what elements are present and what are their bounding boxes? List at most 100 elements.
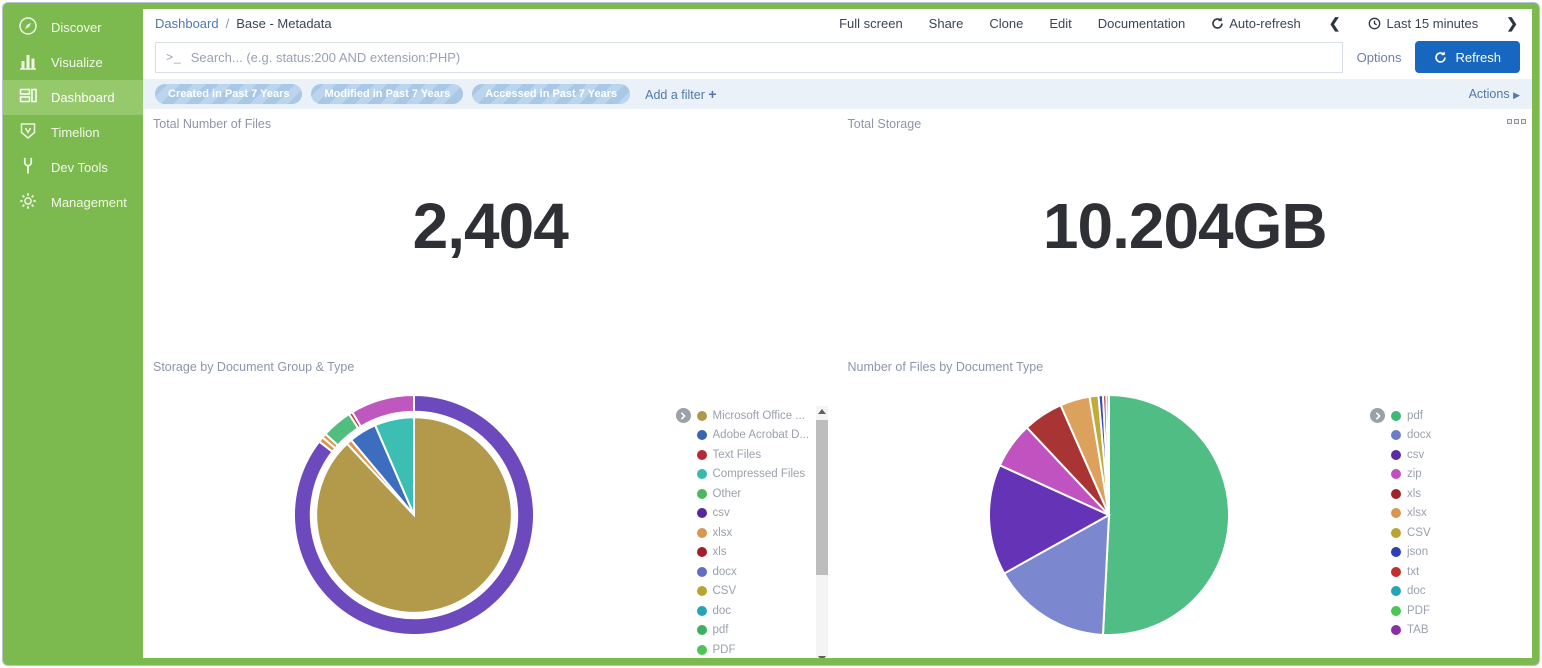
dashboard-grid: Total Number of Files 2,404 Total Storag… bbox=[143, 109, 1532, 658]
panel-title: Total Number of Files bbox=[153, 117, 828, 131]
legend-item-adobe-acrobat-d-[interactable]: Adobe Acrobat D... bbox=[697, 426, 814, 446]
app-window: DiscoverVisualizeDashboardTimelionDev To… bbox=[2, 2, 1540, 666]
pie-chart-area bbox=[848, 374, 1371, 640]
legend-item-json[interactable]: json bbox=[1391, 543, 1522, 563]
nav-link-share[interactable]: Share bbox=[929, 16, 964, 31]
legend-item-docx[interactable]: docx bbox=[697, 562, 814, 582]
panel-options-icon[interactable] bbox=[1507, 119, 1526, 124]
legend-item-csv[interactable]: csv bbox=[1391, 445, 1522, 465]
legend-item-xlsx[interactable]: xlsx bbox=[1391, 504, 1522, 524]
refresh-icon bbox=[1211, 17, 1224, 30]
legend-label: csv bbox=[1407, 449, 1424, 461]
legend-item-zip[interactable]: zip bbox=[1391, 465, 1522, 485]
legend-label: pdf bbox=[713, 624, 729, 636]
time-back-chevron[interactable]: ❮ bbox=[1327, 15, 1343, 32]
legend-item-pdf[interactable]: PDF bbox=[697, 640, 814, 658]
filter-pill[interactable]: Created in Past 7 Years bbox=[155, 84, 302, 104]
legend-collapse-icon[interactable] bbox=[676, 408, 691, 423]
legend-item-tab[interactable]: TAB bbox=[1391, 621, 1522, 641]
legend-label: json bbox=[1407, 546, 1428, 558]
add-filter-link[interactable]: Add a filter + bbox=[645, 86, 716, 102]
time-forward-chevron[interactable]: ❯ bbox=[1504, 15, 1520, 32]
legend-item-docx[interactable]: docx bbox=[1391, 426, 1522, 446]
legend-item-csv[interactable]: CSV bbox=[697, 582, 814, 602]
legend-item-xlsx[interactable]: xlsx bbox=[697, 523, 814, 543]
legend-color-dot bbox=[1391, 469, 1401, 479]
legend-item-pdf[interactable]: PDF bbox=[1391, 601, 1522, 621]
legend-item-text-files[interactable]: Text Files bbox=[697, 445, 814, 465]
legend-color-dot bbox=[1391, 547, 1401, 557]
legend-item-compressed-files[interactable]: Compressed Files bbox=[697, 465, 814, 485]
legend-label: PDF bbox=[713, 644, 736, 656]
auto-refresh-button[interactable]: Auto-refresh bbox=[1211, 16, 1301, 31]
legend-color-dot bbox=[697, 411, 707, 421]
legend-list: pdfdocx csv zip xls xlsx CSV json txtdocPDFTAB bbox=[1391, 406, 1522, 640]
sidebar-item-timelion[interactable]: Timelion bbox=[3, 115, 143, 150]
legend-label: Compressed Files bbox=[713, 468, 806, 480]
legend-item-doc[interactable]: doc bbox=[697, 601, 814, 621]
sidebar-item-dashboard[interactable]: Dashboard bbox=[3, 80, 143, 115]
nav-link-documentation[interactable]: Documentation bbox=[1098, 16, 1185, 31]
legend-scrollbar[interactable] bbox=[816, 406, 828, 658]
storage-donut-chart bbox=[289, 390, 539, 640]
search-input[interactable] bbox=[191, 50, 1332, 65]
legend-label: CSV bbox=[713, 585, 737, 597]
legend-item-csv[interactable]: CSV bbox=[1391, 523, 1522, 543]
scroll-down-icon[interactable] bbox=[818, 656, 826, 658]
nav-link-clone[interactable]: Clone bbox=[989, 16, 1023, 31]
legend-label: xls bbox=[713, 546, 727, 558]
legend-label: xlsx bbox=[1407, 507, 1427, 519]
sidebar-item-management[interactable]: Management bbox=[3, 185, 143, 220]
filter-pill[interactable]: Modified in Past 7 Years bbox=[311, 84, 463, 104]
legend-color-dot bbox=[697, 450, 707, 460]
top-nav: Full screen Share Clone Edit Documentation bbox=[839, 16, 1185, 31]
nav-link-full-screen[interactable]: Full screen bbox=[839, 16, 903, 31]
legend-color-dot bbox=[1391, 508, 1401, 518]
bar-chart-icon bbox=[18, 51, 38, 74]
sidebar-item-label: Dev Tools bbox=[51, 160, 108, 175]
sidebar-item-dev-tools[interactable]: Dev Tools bbox=[3, 150, 143, 185]
legend-color-dot bbox=[697, 430, 707, 440]
sidebar-item-visualize[interactable]: Visualize bbox=[3, 45, 143, 80]
legend-item-microsoft-office-[interactable]: Microsoft Office ... bbox=[697, 406, 814, 426]
legend-item-txt[interactable]: txt bbox=[1391, 562, 1522, 582]
clock-icon bbox=[1368, 17, 1381, 30]
panel-title: Number of Files by Document Type bbox=[848, 360, 1523, 374]
main-content: Dashboard / Base - Metadata Full screenS… bbox=[143, 9, 1532, 658]
legend-collapse-icon[interactable] bbox=[1370, 408, 1385, 423]
panel-title: Storage by Document Group & Type bbox=[153, 360, 828, 374]
legend-item-xls[interactable]: xls bbox=[697, 543, 814, 563]
legend-color-dot bbox=[697, 586, 707, 596]
legend-color-dot bbox=[1391, 411, 1401, 421]
top-nav-time: Auto-refresh ❮ Last 15 minutes ❯ bbox=[1211, 15, 1520, 32]
filter-pill[interactable]: Accessed in Past 7 Years bbox=[472, 84, 630, 104]
options-link[interactable]: Options bbox=[1357, 50, 1402, 65]
metric-value-total-storage: 10.204GB bbox=[848, 189, 1523, 263]
refresh-button[interactable]: Refresh bbox=[1415, 41, 1520, 73]
pie-slice-pdf[interactable] bbox=[1103, 395, 1229, 635]
legend-color-dot bbox=[1391, 625, 1401, 635]
legend-item-other[interactable]: Other bbox=[697, 484, 814, 504]
sidebar-item-label: Visualize bbox=[51, 55, 103, 70]
legend-color-dot bbox=[697, 528, 707, 538]
breadcrumb-dashboard-link[interactable]: Dashboard bbox=[155, 16, 219, 31]
legend-item-xls[interactable]: xls bbox=[1391, 484, 1522, 504]
scroll-up-icon[interactable] bbox=[818, 409, 826, 414]
legend-item-pdf[interactable]: pdf bbox=[1391, 406, 1522, 426]
sidebar-item-discover[interactable]: Discover bbox=[3, 10, 143, 45]
nav-link-edit[interactable]: Edit bbox=[1049, 16, 1071, 31]
gear-icon bbox=[18, 191, 38, 214]
shield-icon bbox=[18, 121, 38, 144]
scrollbar-thumb[interactable] bbox=[816, 420, 828, 575]
legend-list: Microsoft Office ... Adobe Acrobat D... Te… bbox=[697, 406, 814, 658]
refresh-icon bbox=[1434, 51, 1447, 64]
legend-label: zip bbox=[1407, 468, 1422, 480]
files-pie-chart bbox=[984, 390, 1234, 640]
legend-label: Adobe Acrobat D... bbox=[713, 429, 810, 441]
actions-link[interactable]: Actions ▶ bbox=[1469, 87, 1520, 101]
legend-item-csv[interactable]: csv bbox=[697, 504, 814, 524]
legend-item-pdf[interactable]: pdf bbox=[697, 621, 814, 641]
chart-legend: Microsoft Office ... Adobe Acrobat D... Te… bbox=[676, 374, 828, 658]
time-range-picker[interactable]: Last 15 minutes bbox=[1368, 16, 1478, 31]
legend-item-doc[interactable]: doc bbox=[1391, 582, 1522, 602]
